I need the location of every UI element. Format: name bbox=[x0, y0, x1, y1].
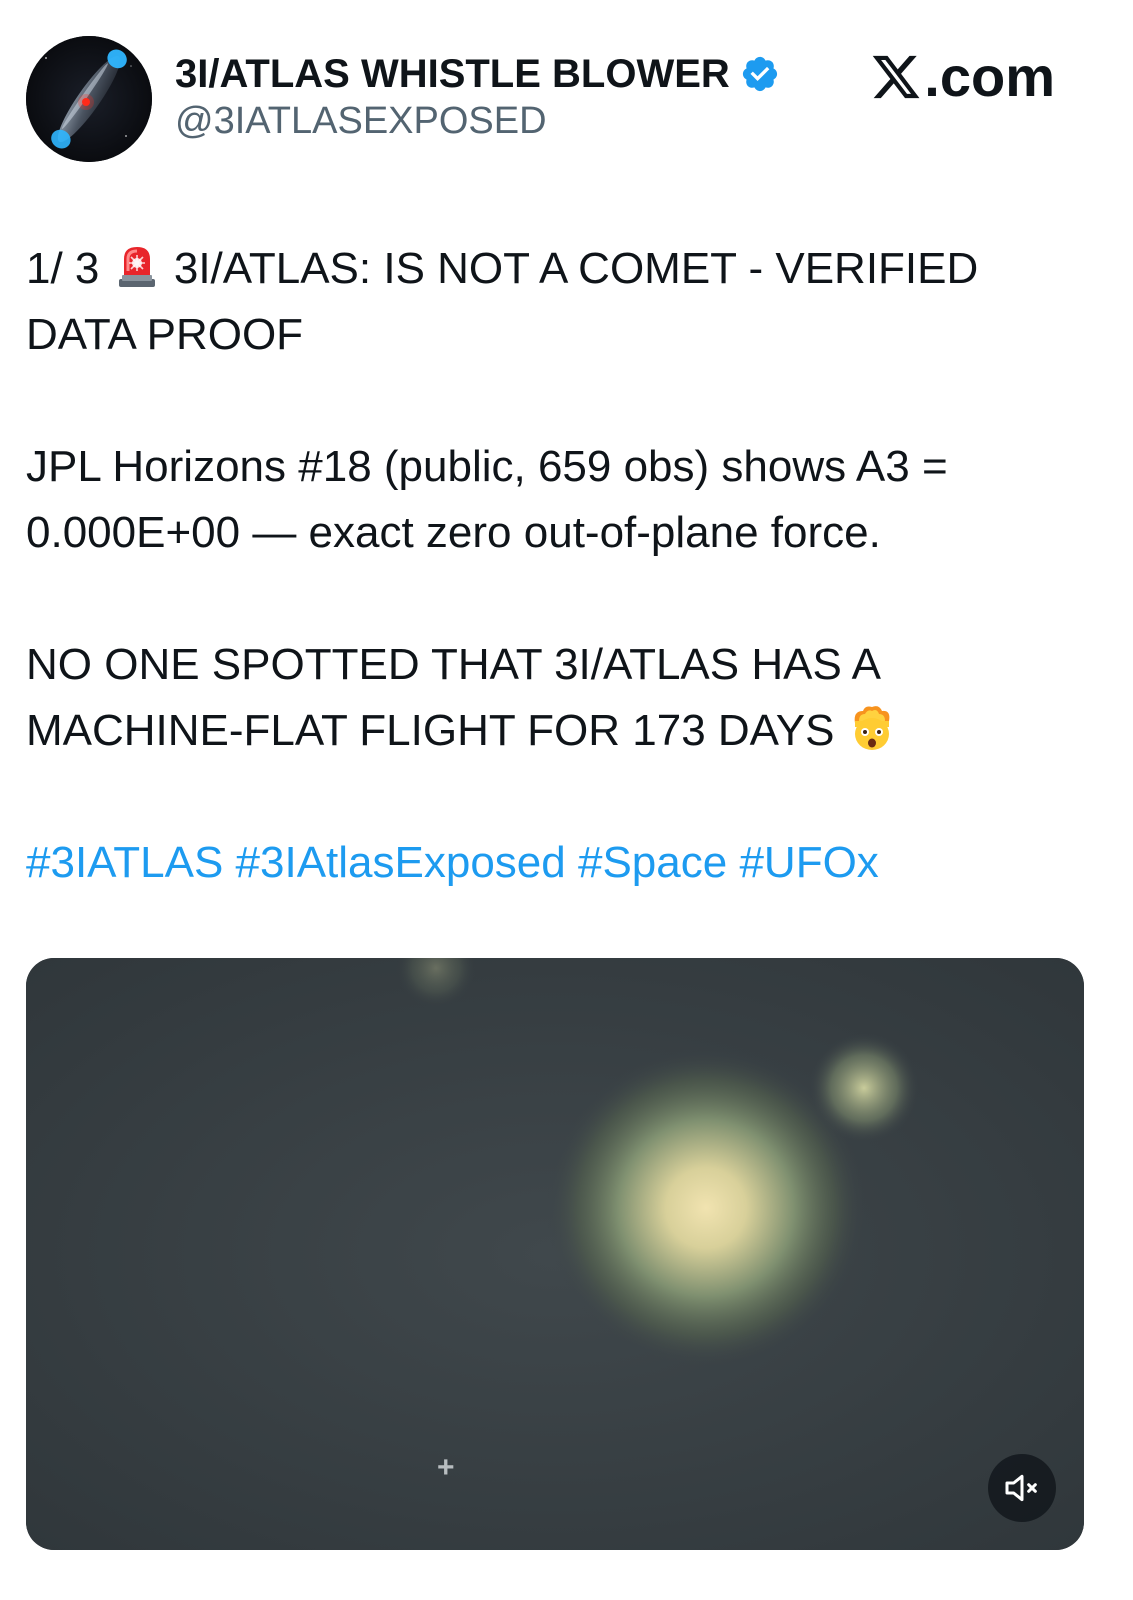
headline-text: 3I/ATLAS: IS NOT A COMET - VERIFIED DATA… bbox=[26, 244, 979, 359]
tweet-paragraph-data: JPL Horizons #18 (public, 659 obs) shows… bbox=[26, 442, 948, 557]
comet-avatar-icon[interactable] bbox=[26, 36, 152, 162]
crosshair-marker: + bbox=[437, 1451, 455, 1484]
tweet-paragraph-claim: NO ONE SPOTTED THAT 3I/ATLAS HAS A MACHI… bbox=[26, 632, 1096, 764]
tweet-body: 1/ 3 3I/ATLAS: IS NOT A COMET - VERIFIED… bbox=[26, 236, 1096, 896]
comet-video-frame bbox=[26, 958, 1084, 1550]
site-logo-text: .com bbox=[924, 45, 1055, 108]
hashtag-link[interactable]: #3IATLAS bbox=[26, 838, 223, 887]
display-name[interactable]: 3I/ATLAS WHISTLE BLOWER bbox=[175, 52, 730, 97]
user-handle[interactable]: @3IATLASEXPOSED bbox=[175, 100, 547, 143]
tweet-headline: 1/ 3 3I/ATLAS: IS NOT A COMET - VERIFIED… bbox=[26, 236, 1096, 368]
exploding-head-emoji bbox=[847, 703, 897, 753]
hashtag-link[interactable]: #Space bbox=[578, 838, 727, 887]
verified-badge-icon[interactable] bbox=[740, 54, 780, 94]
thread-counter: 1/ 3 bbox=[26, 244, 100, 293]
x-logo-icon bbox=[870, 51, 922, 103]
hashtag-link[interactable]: #UFOx bbox=[739, 838, 878, 887]
rotating-light-emoji bbox=[112, 241, 162, 291]
name-row: 3I/ATLAS WHISTLE BLOWER bbox=[175, 50, 780, 98]
hashtag-row: #3IATLAS #3IAtlasExposed #Space #UFOx bbox=[26, 830, 1096, 896]
mute-button[interactable] bbox=[988, 1454, 1056, 1522]
claim-text: NO ONE SPOTTED THAT 3I/ATLAS HAS A MACHI… bbox=[26, 640, 879, 755]
site-logo: .com bbox=[870, 44, 1055, 109]
tweet-header: 3I/ATLAS WHISTLE BLOWER @3IATLASEXPOSED … bbox=[0, 0, 1133, 180]
speaker-muted-icon bbox=[1002, 1468, 1042, 1508]
hashtag-link[interactable]: #3IAtlasExposed bbox=[236, 838, 566, 887]
video-player[interactable] bbox=[26, 958, 1084, 1550]
